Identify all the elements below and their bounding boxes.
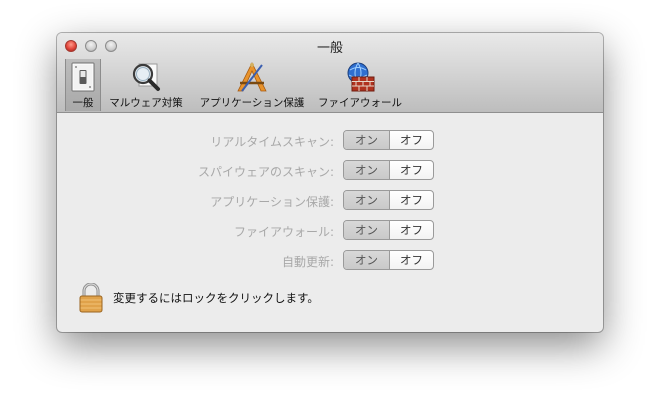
off-segment[interactable]: オフ: [390, 251, 433, 269]
setting-firewall: ファイアウォール: オン オフ: [57, 220, 603, 242]
on-segment[interactable]: オン: [344, 191, 390, 209]
tab-app-protection[interactable]: アプリケーション保護: [193, 59, 311, 111]
setting-app-protection: アプリケーション保護: オン オフ: [57, 190, 603, 212]
toggle-realtime-scan[interactable]: オン オフ: [343, 130, 434, 150]
tab-general[interactable]: 一般: [65, 59, 101, 111]
toggle-spyware-scan[interactable]: オン オフ: [343, 160, 434, 180]
tab-label: アプリケーション保護: [199, 97, 305, 109]
toggle-app-protection[interactable]: オン オフ: [343, 190, 434, 210]
off-segment[interactable]: オフ: [390, 161, 433, 179]
tab-label: 一般: [72, 97, 94, 109]
setting-label: アプリケーション保護:: [210, 195, 334, 209]
setting-label: ファイアウォール:: [233, 225, 334, 239]
tab-label: ファイアウォール: [318, 97, 402, 109]
off-segment[interactable]: オフ: [390, 221, 433, 239]
on-segment[interactable]: オン: [344, 221, 390, 239]
on-segment[interactable]: オン: [344, 131, 390, 149]
off-segment[interactable]: オフ: [390, 191, 433, 209]
on-segment[interactable]: オン: [344, 161, 390, 179]
tab-firewall[interactable]: ファイアウォール: [314, 59, 406, 111]
magnifier-icon: [132, 63, 160, 91]
off-segment[interactable]: オフ: [390, 131, 433, 149]
padlock-icon[interactable]: [79, 283, 103, 313]
setting-label: 自動更新:: [281, 255, 334, 269]
toolbar: 一般 一般 マルウェア対策 アプリケーション保護 ファイアウォール: [57, 33, 603, 113]
setting-spyware-scan: スパイウェアのスキャン: オン オフ: [57, 160, 603, 182]
setting-label: リアルタイムスキャン:: [210, 135, 334, 149]
on-segment[interactable]: オン: [344, 251, 390, 269]
preferences-window: 一般 一般 マルウェア対策 アプリケーション保護 ファイアウォール リアルタイム…: [57, 33, 603, 332]
lock-message: 変更するにはロックをクリックします。: [113, 291, 319, 305]
toggle-firewall[interactable]: オン オフ: [343, 220, 434, 240]
setting-label: スパイウェアのスキャン:: [197, 165, 334, 179]
toggle-auto-update[interactable]: オン オフ: [343, 250, 434, 270]
app-protection-icon: [237, 62, 267, 92]
tab-malware[interactable]: マルウェア対策: [105, 59, 187, 111]
tab-label: マルウェア対策: [109, 97, 183, 109]
setting-auto-update: 自動更新: オン オフ: [57, 250, 603, 272]
switch-icon: [71, 62, 95, 92]
firewall-icon: [347, 62, 375, 92]
setting-realtime-scan: リアルタイムスキャン: オン オフ: [57, 130, 603, 152]
window-title: 一般: [316, 41, 343, 56]
